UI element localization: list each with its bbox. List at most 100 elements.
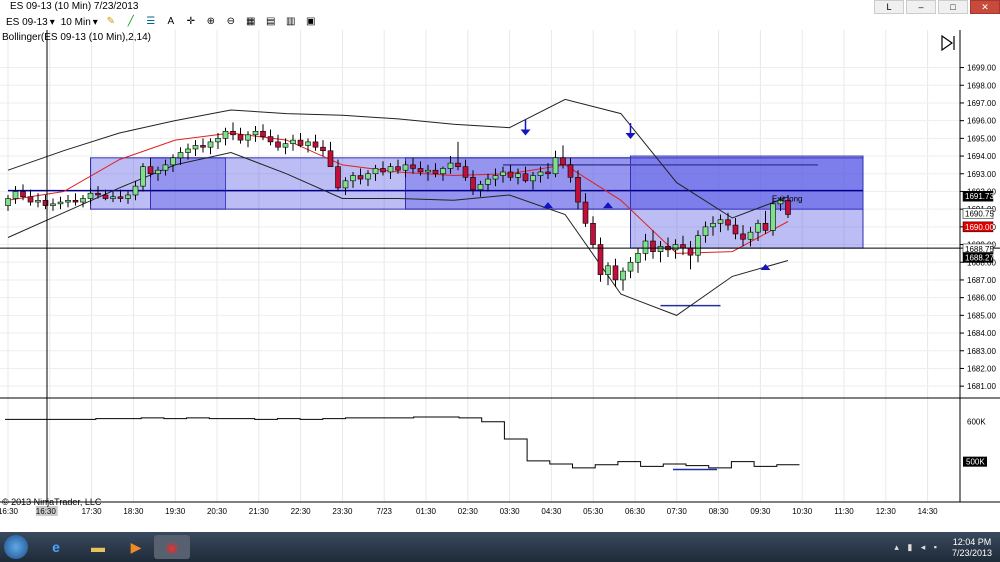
price-chart[interactable]: Exit long 1699.00 1698.00 1697.00 1696.00 169… xyxy=(0,30,1000,532)
candle-body xyxy=(95,192,101,196)
start-button[interactable] xyxy=(4,535,28,559)
candle-body xyxy=(290,139,296,144)
price-tick-label: 1695.00 xyxy=(967,134,996,143)
time-tick-label: 04:30 xyxy=(541,507,562,516)
candle-body xyxy=(740,233,746,240)
line-icon[interactable]: ╱ xyxy=(124,16,138,28)
candle-body xyxy=(477,184,484,190)
data-box-icon[interactable]: ▤ xyxy=(264,16,278,28)
candle-body xyxy=(5,198,11,206)
candle-body xyxy=(402,164,409,171)
zoom-in-icon[interactable]: ⊕ xyxy=(204,16,218,28)
media-player-icon[interactable]: ▶ xyxy=(118,535,154,559)
minimize-button[interactable]: – xyxy=(906,0,936,14)
candle-body xyxy=(642,240,649,254)
time-tick-label: 23:30 xyxy=(332,507,353,516)
time-tick-label: 14:30 xyxy=(918,507,939,516)
candle-body xyxy=(485,178,491,185)
clock-time: 12:04 PM xyxy=(952,537,992,547)
price-tick-label: 1684.00 xyxy=(967,329,996,338)
maximize-button[interactable]: □ xyxy=(938,0,968,14)
price-tick-label: 1697.00 xyxy=(967,99,996,108)
price-tick-label: 1686.00 xyxy=(967,294,996,303)
system-tray[interactable]: ▴ ▮ ◂ ▪ xyxy=(894,542,940,553)
candle-body xyxy=(380,168,386,173)
calendar-icon[interactable]: ▣ xyxy=(304,16,318,28)
candle-body xyxy=(192,145,199,150)
candle-body xyxy=(492,175,499,180)
candle-body xyxy=(522,173,529,182)
indicator-label: Bollinger(ES 09-13 (10 Min),2,14) xyxy=(2,32,151,43)
candle-body xyxy=(612,265,619,281)
candle-body xyxy=(230,130,236,136)
candle-body xyxy=(365,173,371,180)
text-icon[interactable]: A xyxy=(164,16,178,28)
candle-body xyxy=(387,166,394,173)
layout-button[interactable]: L xyxy=(874,0,904,14)
candle-body xyxy=(35,200,41,203)
candle-body xyxy=(717,219,724,224)
highlight-rectangle xyxy=(630,155,864,249)
candle-body xyxy=(50,203,56,206)
candle-body xyxy=(177,152,184,159)
copyright-label: © 2013 NinjaTrader, LLC xyxy=(2,497,102,507)
close-button[interactable]: ✕ xyxy=(970,0,1000,14)
candle-body xyxy=(770,203,776,231)
pencil-icon[interactable]: ✎ xyxy=(104,16,118,28)
candle-body xyxy=(755,223,761,233)
candle-body xyxy=(702,226,709,237)
candle-body xyxy=(410,164,416,169)
exit-long-label: Exit long xyxy=(772,195,803,204)
candle-body xyxy=(530,175,536,182)
candle-body xyxy=(267,136,274,143)
zoom-out-icon[interactable]: ⊖ xyxy=(224,16,238,28)
clock[interactable]: 12:04 PM 7/23/2013 xyxy=(952,537,992,559)
internet-explorer-icon[interactable]: e xyxy=(38,535,74,559)
candle-body xyxy=(762,223,769,231)
candle-body xyxy=(65,200,71,203)
candle-body xyxy=(320,146,326,152)
candle-body xyxy=(312,141,319,148)
price-tick-label: 1683.00 xyxy=(967,347,996,356)
candle-body xyxy=(597,244,604,275)
crosshair-icon[interactable]: ✛ xyxy=(184,16,198,28)
candle-body xyxy=(117,196,124,199)
instrument-selector[interactable]: ES 09-13 ▾ xyxy=(6,17,55,28)
price-tick-label: 1699.00 xyxy=(967,64,996,73)
candle-body xyxy=(20,191,26,198)
time-tick-label: 02:30 xyxy=(458,507,479,516)
candle-body xyxy=(252,130,259,136)
candle-body xyxy=(425,169,431,173)
interval-selector[interactable]: 10 Min ▾ xyxy=(61,17,98,28)
price-tick-label: 1694.00 xyxy=(967,152,996,161)
candle-body xyxy=(297,139,304,146)
chart-toolbar: ES 09-13 ▾ 10 Min ▾ ✎ ╱ ☰ A ✛ ⊕ ⊖ ▦ ▤ ▥ … xyxy=(0,14,1000,31)
time-tick-label: 17:30 xyxy=(82,507,103,516)
candle-body xyxy=(57,201,64,205)
strategy-icon[interactable]: ▥ xyxy=(284,16,298,28)
candle-body xyxy=(335,166,341,189)
folder-icon[interactable]: ▬ xyxy=(80,535,116,559)
time-tick-label: 22:30 xyxy=(291,507,312,516)
fibonacci-icon[interactable]: ☰ xyxy=(144,16,158,28)
chevron-down-icon: ▾ xyxy=(92,16,98,28)
time-tick-label: 12:30 xyxy=(876,507,897,516)
properties-icon[interactable]: ▦ xyxy=(244,16,258,28)
candle-body xyxy=(140,166,146,187)
candle-body xyxy=(132,185,139,196)
candle-body xyxy=(260,130,266,137)
candle-body xyxy=(552,157,559,175)
candle-body xyxy=(275,141,281,148)
time-tick-label: 11:30 xyxy=(834,507,854,516)
plot-background xyxy=(0,30,1000,502)
candle-body xyxy=(110,196,116,199)
ninjatrader-icon[interactable]: ◉ xyxy=(154,535,190,559)
chevron-down-icon: ▾ xyxy=(49,16,55,28)
price-tick-label: 1685.00 xyxy=(967,311,996,320)
candle-body xyxy=(372,168,379,175)
time-tick-label: 16:30 xyxy=(36,507,57,516)
candle-body xyxy=(455,162,461,167)
candle-body xyxy=(282,143,289,148)
candle-body xyxy=(710,223,716,228)
candle-body xyxy=(620,270,626,281)
